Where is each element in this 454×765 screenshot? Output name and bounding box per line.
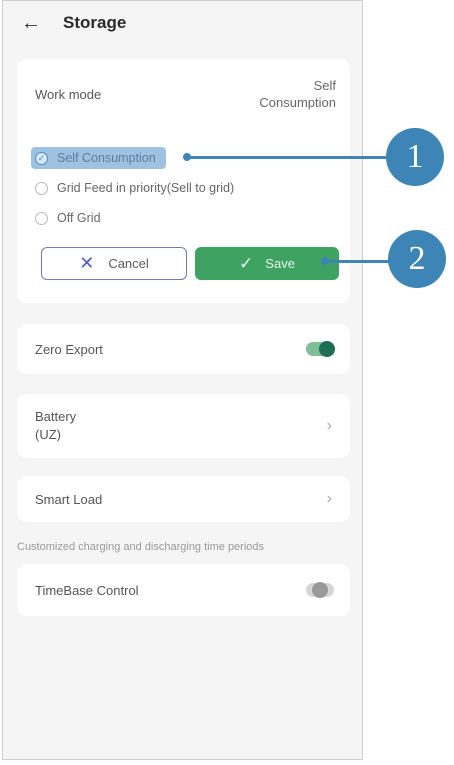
phone-screen: ← Storage Work mode Self Consumption ✓ S… xyxy=(2,0,363,760)
checkmark-icon: ✓ xyxy=(239,253,254,273)
timebase-label: TimeBase Control xyxy=(35,582,139,598)
callout-2-line xyxy=(325,260,389,263)
battery-label-line2: (UZ) xyxy=(35,427,61,442)
zero-export-toggle[interactable] xyxy=(306,341,335,357)
save-label: Save xyxy=(265,256,295,271)
work-mode-card: Work mode Self Consumption ✓ Self Consum… xyxy=(17,59,350,303)
chevron-right-icon: › xyxy=(326,417,332,434)
callout-1-number: 1 xyxy=(406,138,424,175)
page-title: Storage xyxy=(63,13,127,32)
cancel-label: Cancel xyxy=(108,256,149,271)
toggle-knob xyxy=(312,582,328,598)
option-label: Self Consumption xyxy=(57,151,156,165)
option-off-grid[interactable]: Off Grid xyxy=(35,207,101,229)
callout-1-badge: 1 xyxy=(386,128,444,186)
zero-export-label: Zero Export xyxy=(35,341,103,357)
zero-export-row: Zero Export xyxy=(17,324,350,374)
arrow-left-icon: ← xyxy=(21,11,41,34)
radio-checked-icon: ✓ xyxy=(35,151,48,165)
option-self-consumption[interactable]: ✓ Self Consumption xyxy=(31,147,166,169)
radio-unchecked-icon xyxy=(35,211,48,225)
timebase-toggle[interactable] xyxy=(306,582,334,598)
close-icon: ✕ xyxy=(79,253,95,273)
option-grid-feed-in[interactable]: Grid Feed in priority(Sell to grid) xyxy=(35,177,234,199)
work-mode-label: Work mode xyxy=(35,87,102,102)
timebase-hint: Customized charging and discharging time… xyxy=(17,541,265,553)
toggle-knob xyxy=(319,341,335,357)
smart-load-label: Smart Load xyxy=(35,491,103,507)
battery-label: Battery (UZ) xyxy=(35,408,76,444)
callout-2-number: 2 xyxy=(408,240,426,277)
callout-2-badge: 2 xyxy=(388,230,446,288)
work-mode-value-line2: Consumption xyxy=(259,95,336,110)
option-label: Grid Feed in priority(Sell to grid) xyxy=(57,181,235,195)
battery-label-line1: Battery xyxy=(35,409,77,424)
work-mode-value: Self Consumption xyxy=(216,77,336,111)
battery-row[interactable]: Battery (UZ) › xyxy=(17,394,350,458)
chevron-right-icon: › xyxy=(326,490,332,507)
work-mode-value-line1: Self xyxy=(313,78,336,93)
timebase-row: TimeBase Control xyxy=(17,564,350,616)
top-bar: ← Storage xyxy=(3,1,362,45)
smart-load-row[interactable]: Smart Load › xyxy=(17,476,350,522)
back-button[interactable]: ← xyxy=(17,9,45,37)
cancel-button[interactable]: ✕ Cancel xyxy=(41,247,187,280)
callout-1-line xyxy=(187,156,387,159)
save-button[interactable]: ✓ Save xyxy=(195,247,339,280)
radio-unchecked-icon xyxy=(35,181,48,195)
option-label: Off Grid xyxy=(57,211,101,225)
